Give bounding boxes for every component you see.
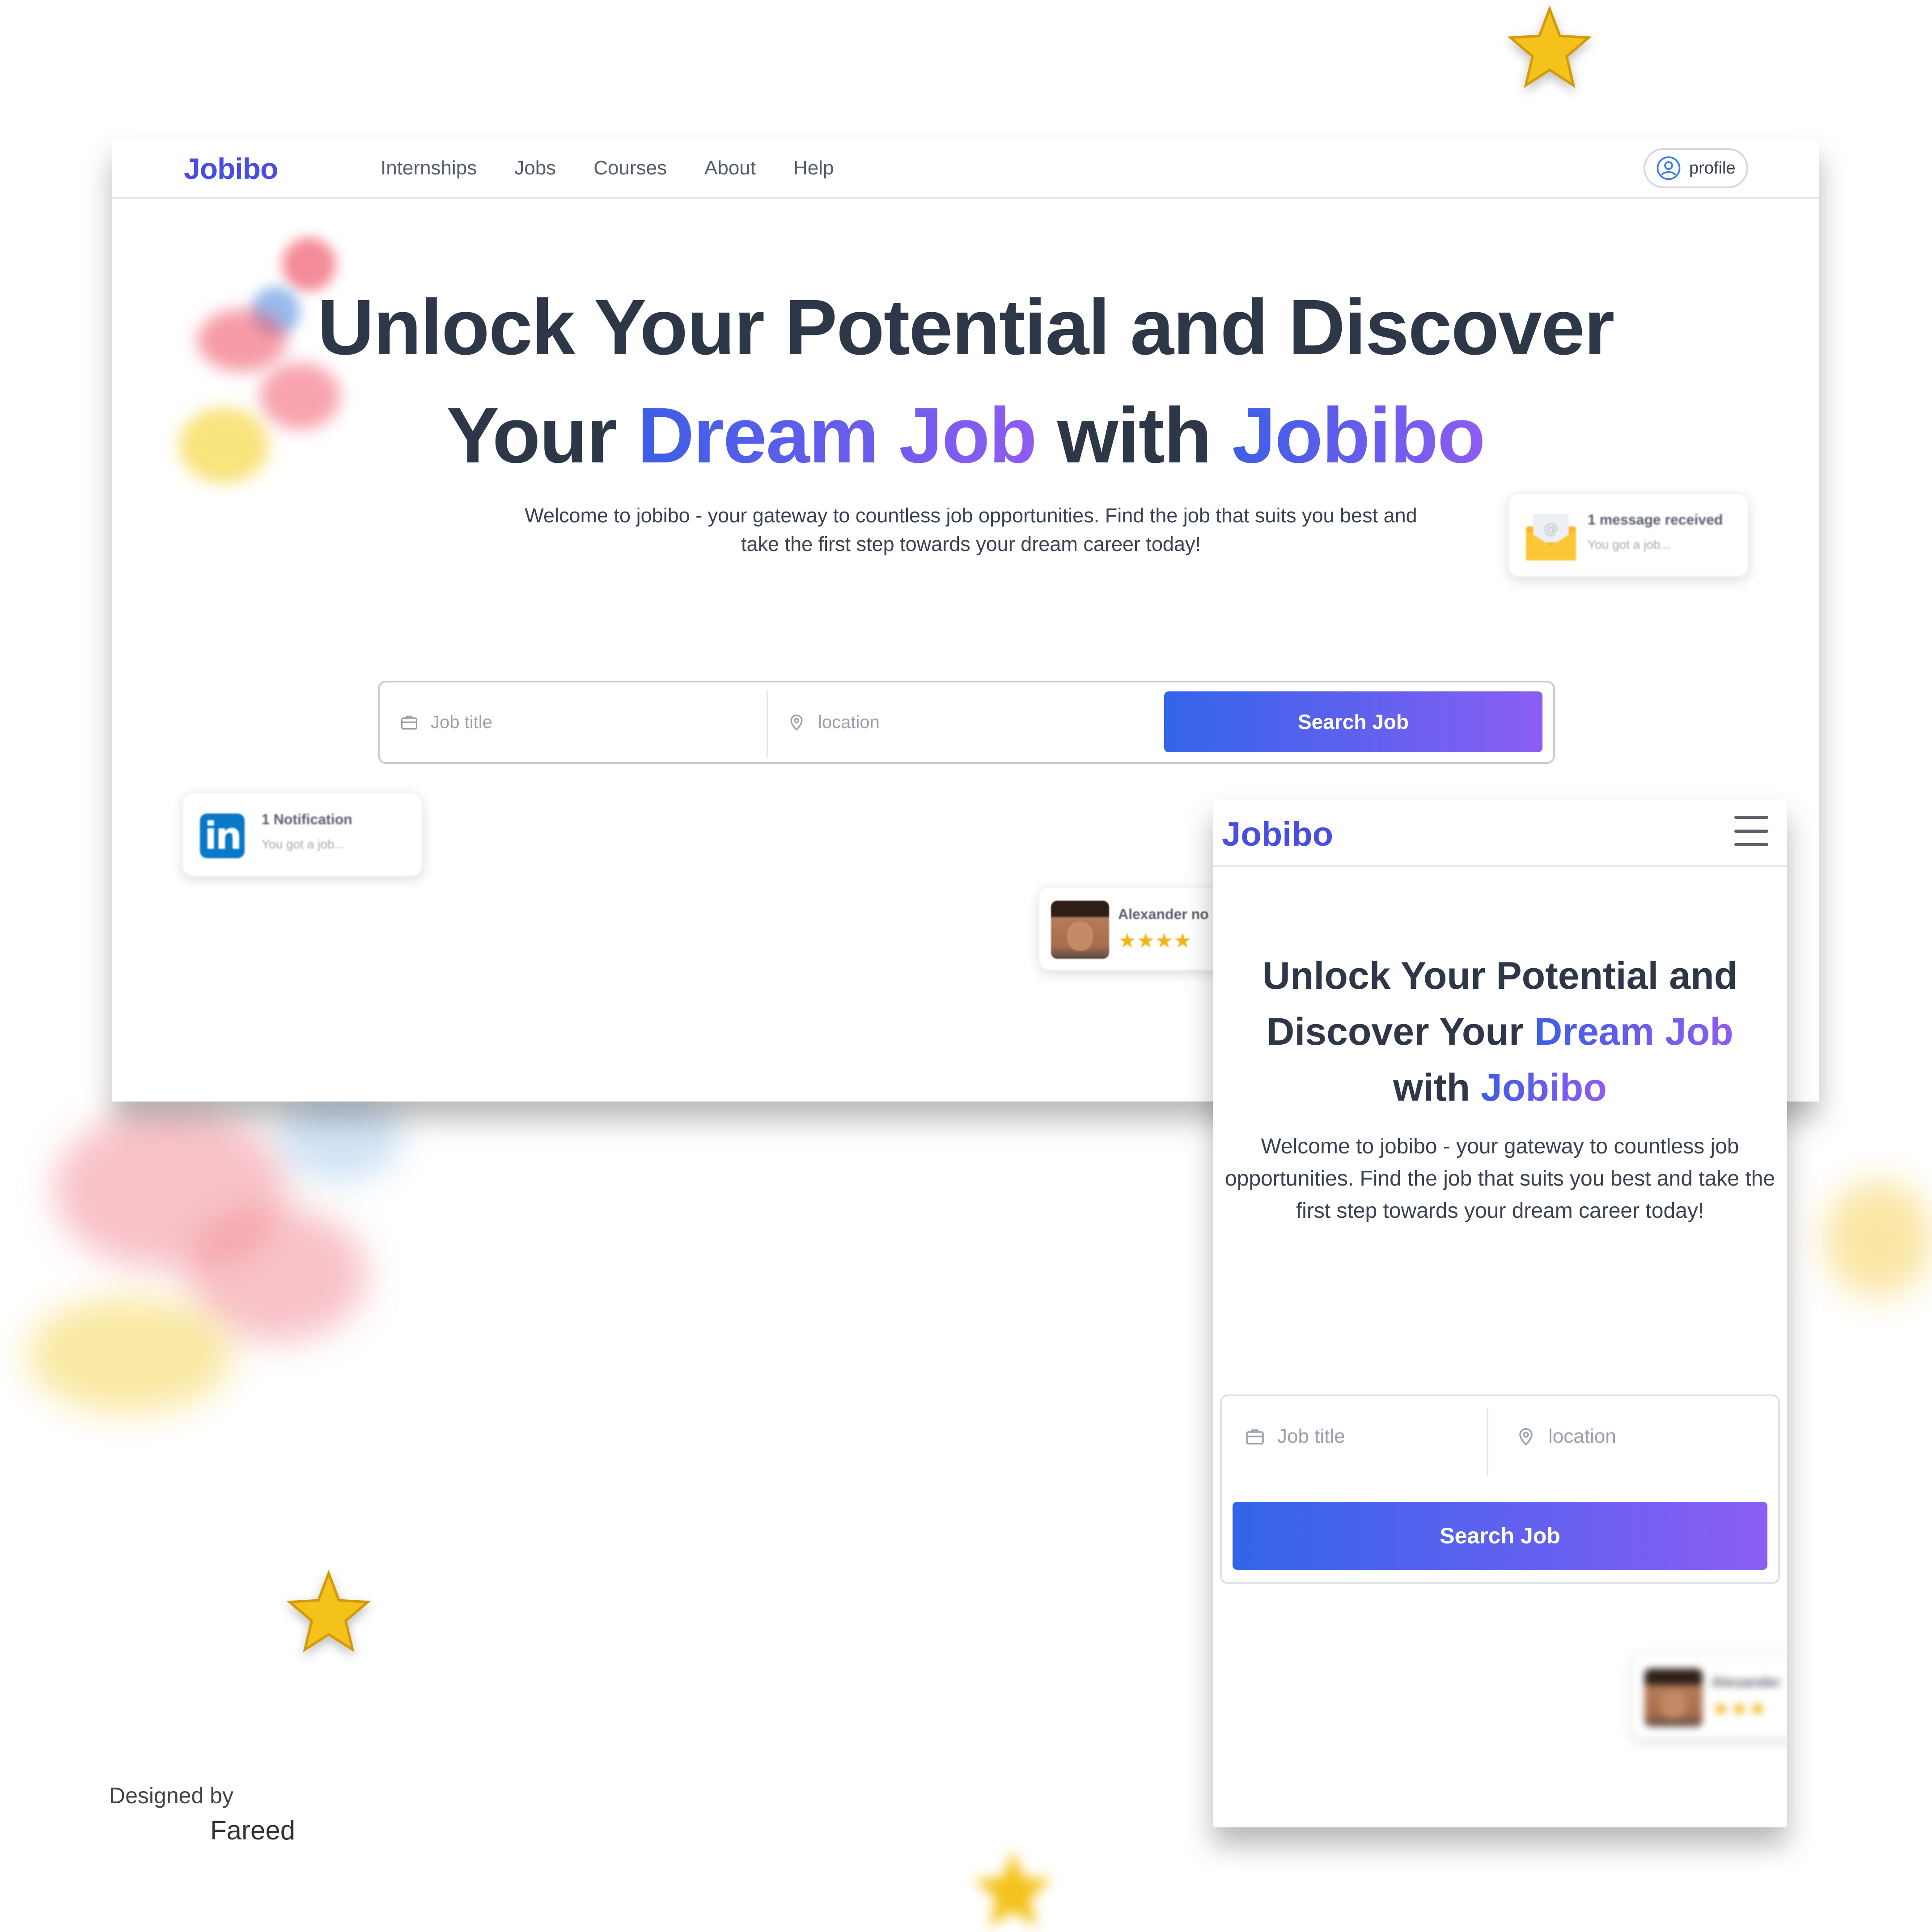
avatar bbox=[1644, 1669, 1703, 1727]
decorative-blur bbox=[277, 1091, 402, 1181]
logo[interactable]: Jobibo bbox=[184, 152, 278, 186]
decorative-star-icon bbox=[974, 1850, 1052, 1927]
review-toast: Alexander no ★★★★ bbox=[1038, 886, 1226, 971]
search-bar: Job title location Search Job bbox=[378, 681, 1555, 764]
location-input[interactable]: location bbox=[787, 682, 880, 762]
decorative-star-icon bbox=[1507, 5, 1592, 88]
nav-item-courses[interactable]: Courses bbox=[593, 157, 667, 179]
briefcase-icon bbox=[1246, 1429, 1264, 1445]
mobile-heading-line-2: Discover Your Dream Job bbox=[1267, 1010, 1733, 1053]
mobile-heading-line-3: with Jobibo bbox=[1393, 1066, 1607, 1109]
job-title-placeholder: Job title bbox=[431, 712, 492, 732]
nav-item-help[interactable]: Help bbox=[793, 157, 834, 179]
profile-button[interactable]: profile bbox=[1644, 148, 1748, 188]
profile-label: profile bbox=[1689, 158, 1736, 178]
decorative-star-icon bbox=[286, 1570, 371, 1652]
mobile-logo[interactable]: Jobibo bbox=[1222, 815, 1333, 854]
mobile-review-toast: Alexander ★★★ bbox=[1631, 1654, 1787, 1739]
mobile-job-title-input[interactable]: Job title bbox=[1244, 1396, 1345, 1477]
nav-item-about[interactable]: About bbox=[704, 157, 756, 179]
reviewer-name: Alexander bbox=[1712, 1674, 1781, 1690]
notification-toast: in 1 Notification You got a job... bbox=[182, 792, 423, 877]
highlight-brand: Jobibo bbox=[1232, 392, 1486, 479]
decorative-blur bbox=[188, 1208, 367, 1342]
hamburger-menu-icon[interactable] bbox=[1734, 816, 1768, 846]
mobile-job-title-placeholder: Job title bbox=[1277, 1425, 1345, 1447]
rating-stars-icon: ★★★ bbox=[1712, 1697, 1767, 1720]
mobile-heading-line-1: Unlock Your Potential and bbox=[1262, 954, 1738, 997]
navbar: Jobibo Internships Jobs Courses About He… bbox=[112, 139, 1819, 199]
location-placeholder: location bbox=[818, 712, 880, 732]
mobile-location-placeholder: location bbox=[1548, 1425, 1616, 1447]
hero-heading-line-1: Unlock Your Potential and Discover bbox=[317, 284, 1615, 371]
job-title-input[interactable]: Job title bbox=[399, 682, 492, 762]
hero-subtitle: Welcome to jobibo - your gateway to coun… bbox=[525, 504, 1417, 555]
location-pin-icon bbox=[790, 714, 803, 731]
mobile-navbar: Jobibo bbox=[1213, 800, 1787, 867]
message-toast-body: You got a job... bbox=[1588, 538, 1671, 551]
mobile-preview: Jobibo Unlock Your Potential and Discove… bbox=[1213, 800, 1787, 1827]
rating-stars-icon: ★★★★ bbox=[1118, 929, 1192, 952]
reviewer-name: Alexander no bbox=[1118, 906, 1209, 922]
avatar bbox=[1051, 901, 1109, 959]
highlight-brand: Jobibo bbox=[1481, 1066, 1607, 1109]
highlight-dream-job: Dream Job bbox=[1534, 1010, 1733, 1053]
highlight-dream-job: Dream Job bbox=[637, 392, 1037, 479]
divider bbox=[767, 691, 768, 758]
divider bbox=[1487, 1408, 1488, 1475]
credit-author: Fareed bbox=[210, 1815, 296, 1845]
notification-toast-title: 1 Notification bbox=[262, 811, 352, 827]
mobile-search-bar: Job title location Search Job bbox=[1220, 1394, 1780, 1584]
message-toast: @ 1 message received You got a job... bbox=[1508, 492, 1749, 577]
hero-heading-line-2: Your Dream Job with Jobibo bbox=[446, 392, 1486, 479]
mobile-search-job-button[interactable]: Search Job bbox=[1233, 1502, 1767, 1570]
search-job-button[interactable]: Search Job bbox=[1164, 691, 1542, 752]
svg-text:@: @ bbox=[1544, 520, 1558, 537]
nav-item-internships[interactable]: Internships bbox=[381, 157, 477, 179]
mobile-location-input[interactable]: location bbox=[1515, 1396, 1616, 1477]
briefcase-icon bbox=[401, 716, 418, 730]
envelope-icon: @ bbox=[1526, 514, 1576, 560]
location-pin-icon bbox=[1519, 1428, 1533, 1446]
mobile-subtitle: Welcome to jobibo - your gateway to coun… bbox=[1224, 1135, 1775, 1223]
nav-menu: Internships Jobs Courses About Help bbox=[381, 157, 834, 179]
decorative-blur bbox=[1825, 1181, 1932, 1297]
message-toast-title: 1 message received bbox=[1588, 512, 1723, 528]
linkedin-icon: in bbox=[200, 813, 245, 858]
notification-toast-body: You got a job... bbox=[262, 837, 345, 851]
credit-label: Designed by bbox=[109, 1783, 233, 1808]
nav-item-jobs[interactable]: Jobs bbox=[514, 157, 556, 179]
decorative-blur bbox=[27, 1297, 233, 1413]
user-icon bbox=[1657, 156, 1681, 180]
